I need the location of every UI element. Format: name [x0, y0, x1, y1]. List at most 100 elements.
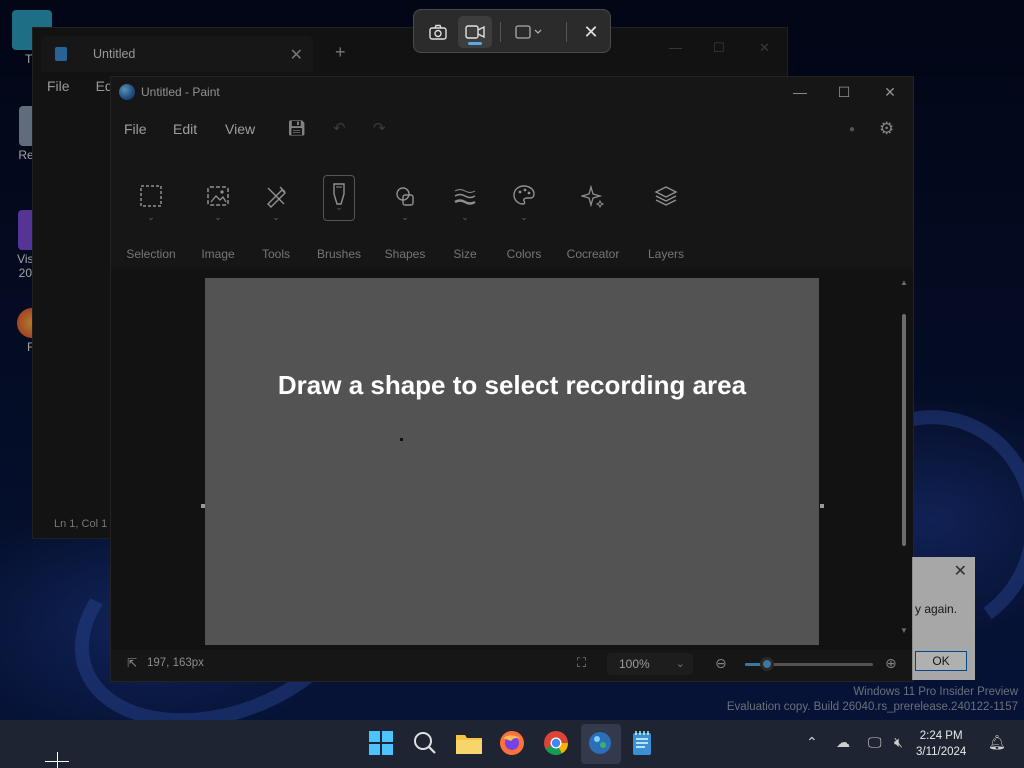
maximize-button[interactable]: ☐ — [713, 40, 725, 56]
paint-logo-icon — [119, 84, 135, 100]
chevron-down-icon[interactable]: ⌄ — [116, 211, 186, 223]
notepad-icon — [55, 47, 67, 61]
notepad-status-position: Ln 1, Col 1 — [54, 518, 108, 530]
size-icon — [450, 181, 480, 211]
canvas-resize-handle[interactable] — [201, 504, 205, 508]
watermark-line: Evaluation copy. Build 26040.rs_prerelea… — [726, 701, 1018, 713]
ribbon-group-colors[interactable]: ⌄ Colors — [489, 149, 559, 269]
fit-to-window-icon[interactable]: ⛶ — [577, 655, 586, 671]
close-button[interactable]: ✕ — [875, 81, 905, 103]
ribbon-label: Cocreator — [566, 247, 620, 261]
notification-bell-icon[interactable]: 🔔︎ — [988, 734, 1006, 751]
capture-instruction: Draw a shape to select recording area — [277, 370, 747, 400]
scroll-down-icon[interactable]: ▼ — [900, 626, 908, 635]
clock-time: 2:24 PM — [919, 730, 963, 742]
cloud-off-icon[interactable]: ☁ — [836, 734, 850, 751]
zoom-slider[interactable] — [745, 657, 873, 671]
chrome-icon[interactable] — [543, 730, 571, 758]
layers-icon — [651, 181, 681, 211]
settings-gear-icon[interactable]: ⚙ — [879, 119, 894, 139]
zoom-in-icon[interactable]: ⊕ — [885, 655, 897, 672]
selected-mode-indicator — [468, 42, 482, 45]
tools-icon — [261, 181, 291, 211]
cursor-position: 197, 163px — [147, 657, 204, 669]
video-icon[interactable] — [458, 16, 492, 48]
volume-muted-icon[interactable]: 🔇︎ — [894, 734, 903, 751]
ok-button[interactable]: OK — [915, 651, 967, 671]
minimize-button[interactable]: — — [785, 81, 815, 103]
dialog-message: y again. — [915, 602, 958, 616]
chevron-down-icon[interactable]: ⌄ — [241, 211, 311, 223]
minimize-button[interactable]: — — [669, 40, 682, 55]
ribbon-label: Brushes — [316, 247, 362, 261]
ribbon-group-brushes[interactable]: ⌄ Brushes — [304, 149, 374, 269]
zoom-value: 100% — [619, 657, 650, 671]
ribbon-group-cocreator[interactable]: Cocreator — [558, 149, 628, 269]
canvas-workspace: ▲ ▼ — [111, 270, 913, 650]
undo-icon[interactable]: ↶ — [333, 119, 346, 137]
scroll-up-icon[interactable]: ▲ — [900, 278, 908, 287]
mouse-cursor — [400, 438, 403, 441]
shapes-icon — [390, 181, 420, 211]
menu-view[interactable]: View — [225, 121, 255, 137]
evaluation-watermark: Windows 11 Pro Insider Preview Evaluatio… — [727, 685, 1018, 715]
toolbar-divider — [566, 22, 567, 42]
canvas-resize-handle[interactable] — [820, 504, 824, 508]
close-icon[interactable]: ✕ — [576, 16, 606, 48]
firefox-icon[interactable] — [499, 730, 527, 758]
palette-icon — [509, 181, 539, 211]
brush-icon — [323, 175, 355, 221]
crosshair-cursor — [57, 752, 58, 768]
ribbon-group-selection[interactable]: ⌄ Selection — [116, 149, 186, 269]
notepad-app-icon[interactable] — [631, 730, 659, 758]
image-icon — [203, 181, 233, 211]
chevron-down-icon[interactable]: ⌄ — [489, 211, 559, 223]
chevron-up-icon[interactable]: ⌃ — [806, 734, 818, 751]
message-dialog[interactable]: ✕ y again. OK — [912, 557, 975, 680]
maximize-button[interactable]: ☐ — [829, 81, 859, 103]
close-tab-icon[interactable]: ✕ — [290, 45, 303, 65]
system-clock[interactable]: 2:24 PM 3/11/2024 — [916, 728, 966, 760]
vertical-scrollbar[interactable]: ▲ ▼ — [900, 276, 908, 636]
drawing-canvas[interactable] — [205, 278, 819, 645]
paint-app-icon[interactable] — [587, 730, 615, 758]
redo-icon[interactable]: ↷ — [373, 119, 386, 137]
account-icon[interactable]: ● — [849, 124, 855, 135]
pointer-icon: ⇱ — [127, 656, 138, 670]
paint-menubar: File Edit View 💾︎ ↶ ↷ ● ⚙ — [111, 115, 913, 143]
scrollbar-thumb[interactable] — [902, 314, 906, 546]
rectangle-mode-icon[interactable] — [510, 16, 550, 48]
notepad-tabstrip: Untitled ✕ + — ☐ ✕ — [33, 28, 787, 78]
close-button[interactable]: ✕ — [759, 40, 770, 56]
notepad-tab[interactable]: Untitled ✕ — [41, 36, 313, 72]
ribbon-group-tools[interactable]: ⌄ Tools — [241, 149, 311, 269]
taskbar: ⌃ ☁ 🖵︎ 🔇︎ 2:24 PM 3/11/2024 🔔︎ — [0, 720, 1024, 768]
paint-titlebar: Untitled - Paint — ☐ ✕ — [111, 77, 913, 107]
file-explorer-icon[interactable] — [455, 730, 483, 758]
zoom-select[interactable]: 100% ⌄ — [607, 653, 693, 675]
camera-icon[interactable] — [422, 16, 454, 48]
paint-statusbar: ⇱ 197, 163px ⛶ 100% ⌄ ⊖ ⊕ — [111, 647, 913, 681]
network-icon[interactable]: 🖵︎ — [868, 734, 882, 751]
ribbon-group-layers[interactable]: Layers — [631, 149, 701, 269]
notepad-menubar: File Ed — [47, 78, 113, 94]
snipping-toolbar: ✕ — [413, 9, 611, 53]
menu-file[interactable]: File — [47, 78, 70, 94]
zoom-out-icon[interactable]: ⊖ — [715, 655, 727, 672]
chevron-down-icon: ⌄ — [675, 658, 685, 670]
selection-icon — [136, 181, 166, 211]
zoom-slider-knob[interactable] — [759, 657, 774, 671]
search-icon[interactable] — [412, 730, 440, 758]
save-icon[interactable]: 💾︎ — [287, 119, 306, 137]
close-icon[interactable]: ✕ — [954, 561, 967, 581]
sparkle-icon — [578, 181, 608, 211]
menu-edit[interactable]: Edit — [173, 121, 197, 137]
clock-date: 3/11/2024 — [916, 746, 967, 758]
watermark-line: Windows 11 Pro Insider Preview — [853, 686, 1018, 698]
start-windows-icon[interactable] — [368, 730, 396, 758]
toolbar-divider — [500, 22, 501, 42]
notepad-tab-title: Untitled — [93, 47, 136, 61]
new-tab-button[interactable]: + — [335, 42, 346, 63]
menu-file[interactable]: File — [124, 121, 147, 137]
crosshair-cursor — [45, 761, 69, 762]
